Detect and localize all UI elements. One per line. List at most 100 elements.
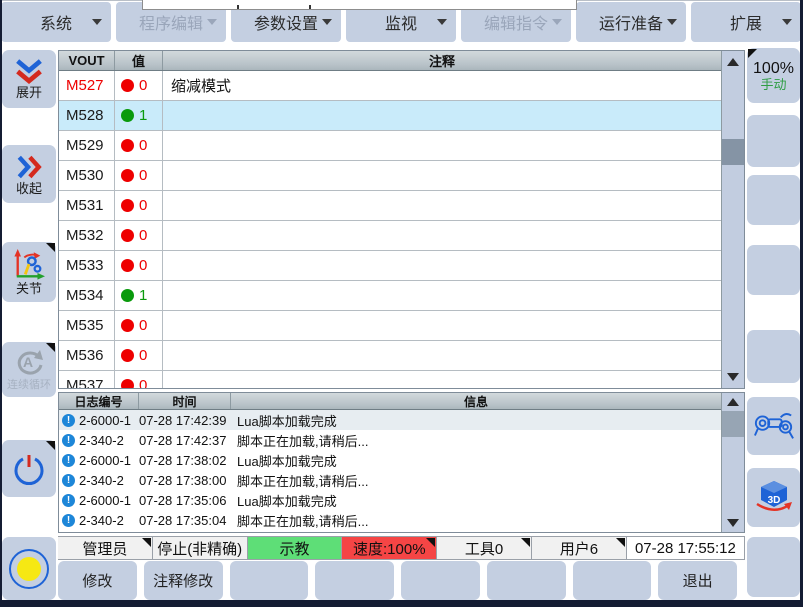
scroll-up-arrow[interactable] [722,395,744,409]
hand-controller-button[interactable] [747,397,800,455]
log-table-row[interactable]: 2-6000-1 07-28 17:38:02 Lua脚本加载完成 [59,450,721,470]
function-button[interactable]: 修改 [58,561,137,600]
vout-scrollbar[interactable] [721,51,744,388]
speed-override-button[interactable]: 100% 手动 [747,48,800,103]
status-item[interactable]: 管理员 [58,536,153,560]
log-table-row[interactable]: 2-340-2 07-28 17:42:37 脚本正在加载,请稍后... [59,430,721,450]
vout-table-row[interactable]: M533 0 [59,251,721,281]
col-header-time: 时间 [139,393,231,409]
right-sidebar-button-empty[interactable] [747,245,800,295]
menu-button-label: 参数设置 [254,10,318,34]
scroll-down-arrow[interactable] [722,368,744,386]
background-window-edge [142,0,577,10]
corner-options-icon [426,538,435,547]
vout-comment [163,371,721,388]
vout-comment [163,221,721,250]
expand-button[interactable]: 展开 [2,50,56,108]
info-balloon-icon [62,414,75,427]
function-button[interactable] [487,561,566,600]
view-3d-button[interactable]: 3D [747,468,800,527]
value-state-dot-icon [121,229,134,242]
vout-value-cell: 0 [115,341,163,370]
window-left-edge [0,0,2,607]
power-button[interactable] [2,440,56,497]
function-button-label: 退出 [683,570,713,591]
vout-value-cell: 0 [115,191,163,220]
status-item[interactable]: 工具0 [437,536,532,560]
log-code: 2-340-2 [79,433,124,448]
vout-value-cell: 1 [115,281,163,310]
function-button[interactable] [230,561,309,600]
log-code: 2-6000-1 [79,453,131,468]
log-scrollbar-thumb[interactable] [722,411,744,437]
vout-table-row[interactable]: M537 0 [59,371,721,388]
log-table-row[interactable]: 2-6000-1 07-28 17:32:58 Lua脚本加载完成 [59,530,721,532]
status-item[interactable]: 停止(非精确) [153,536,248,560]
right-sidebar-button-empty[interactable] [747,330,800,383]
value-state-dot-icon [121,259,134,272]
collapse-button[interactable]: 收起 [2,145,56,203]
vout-table-row[interactable]: M530 0 [59,161,721,191]
vout-table-row[interactable]: M536 0 [59,341,721,371]
bottom-button-row: 修改 注释修改 退出 [58,561,737,600]
vout-table-row[interactable]: M528 1 [59,101,721,131]
vout-comment [163,281,721,310]
vout-value: 0 [139,137,147,154]
col-header-value: 值 [115,51,163,70]
scroll-up-arrow[interactable] [722,53,744,71]
log-code: 2-6000-1 [79,493,131,508]
vout-name: M527 [59,71,115,100]
value-state-dot-icon [121,379,134,388]
function-button[interactable] [315,561,394,600]
vout-comment [163,311,721,340]
status-item[interactable]: 用户6 [532,536,627,560]
menu-button-label: 监视 [385,10,417,34]
corner-options-icon [616,538,625,547]
status-item[interactable]: 07-28 17:55:12 [627,536,745,560]
joint-coord-button[interactable]: 关节 [2,242,56,302]
menu-button[interactable]: 运行准备 [576,2,686,42]
vout-table-row[interactable]: M532 0 [59,221,721,251]
status-item[interactable]: 示教 [248,536,343,560]
status-item[interactable]: 速度:100% [342,536,437,560]
function-button[interactable]: 注释修改 [144,561,223,600]
function-button[interactable]: 退出 [658,561,737,600]
right-sidebar-button-empty[interactable] [747,175,800,225]
mode-label: 手动 [760,78,786,92]
log-table-row[interactable]: 2-340-2 07-28 17:38:00 脚本正在加载,请稍后... [59,470,721,490]
vout-table: VOUT 值 注释 M527 0 缩减模式 M528 1 [58,50,745,389]
scroll-down-arrow[interactable] [722,516,744,530]
function-button[interactable] [401,561,480,600]
vout-table-row[interactable]: M527 0 缩减模式 [59,71,721,101]
vout-table-row[interactable]: M534 1 [59,281,721,311]
value-state-dot-icon [121,349,134,362]
vout-table-row[interactable]: M529 0 [59,131,721,161]
menu-button[interactable]: 系统 [1,2,111,42]
vout-value-cell: 0 [115,131,163,160]
log-scrollbar[interactable] [721,393,744,532]
vout-table-row[interactable]: M535 0 [59,311,721,341]
robot-joint-axes-icon [12,249,46,281]
vout-scrollbar-thumb[interactable] [722,139,744,165]
value-state-dot-icon [121,319,134,332]
log-time: 07-28 17:35:04 [139,513,231,528]
function-button-label: 修改 [82,570,112,591]
continuous-cycle-button[interactable]: A 连续循环 [2,342,56,397]
value-state-dot-icon [121,139,134,152]
log-table-row[interactable]: 2-340-2 07-28 17:35:04 脚本正在加载,请稍后... [59,510,721,530]
log-table-row[interactable]: 2-6000-1 07-28 17:42:39 Lua脚本加载完成 [59,410,721,430]
power-icon [12,452,46,486]
right-sidebar-button-empty[interactable] [747,115,800,167]
function-button[interactable] [573,561,652,600]
vout-name: M536 [59,341,115,370]
menu-button[interactable]: 扩展 [691,2,801,42]
right-sidebar-button-empty[interactable] [747,537,800,597]
servo-status-button[interactable] [2,537,56,600]
auto-cycle-icon: A [13,347,45,377]
vout-table-row[interactable]: M531 0 [59,191,721,221]
status-bar: 管理员 停止(非精确) 示教 速度:100% 工具0 用户6 07-28 17:… [58,536,745,560]
log-table-row[interactable]: 2-6000-1 07-28 17:35:06 Lua脚本加载完成 [59,490,721,510]
tick-mark [309,5,311,9]
joint-label: 关节 [16,282,42,296]
menu-button-label: 运行准备 [599,10,663,34]
